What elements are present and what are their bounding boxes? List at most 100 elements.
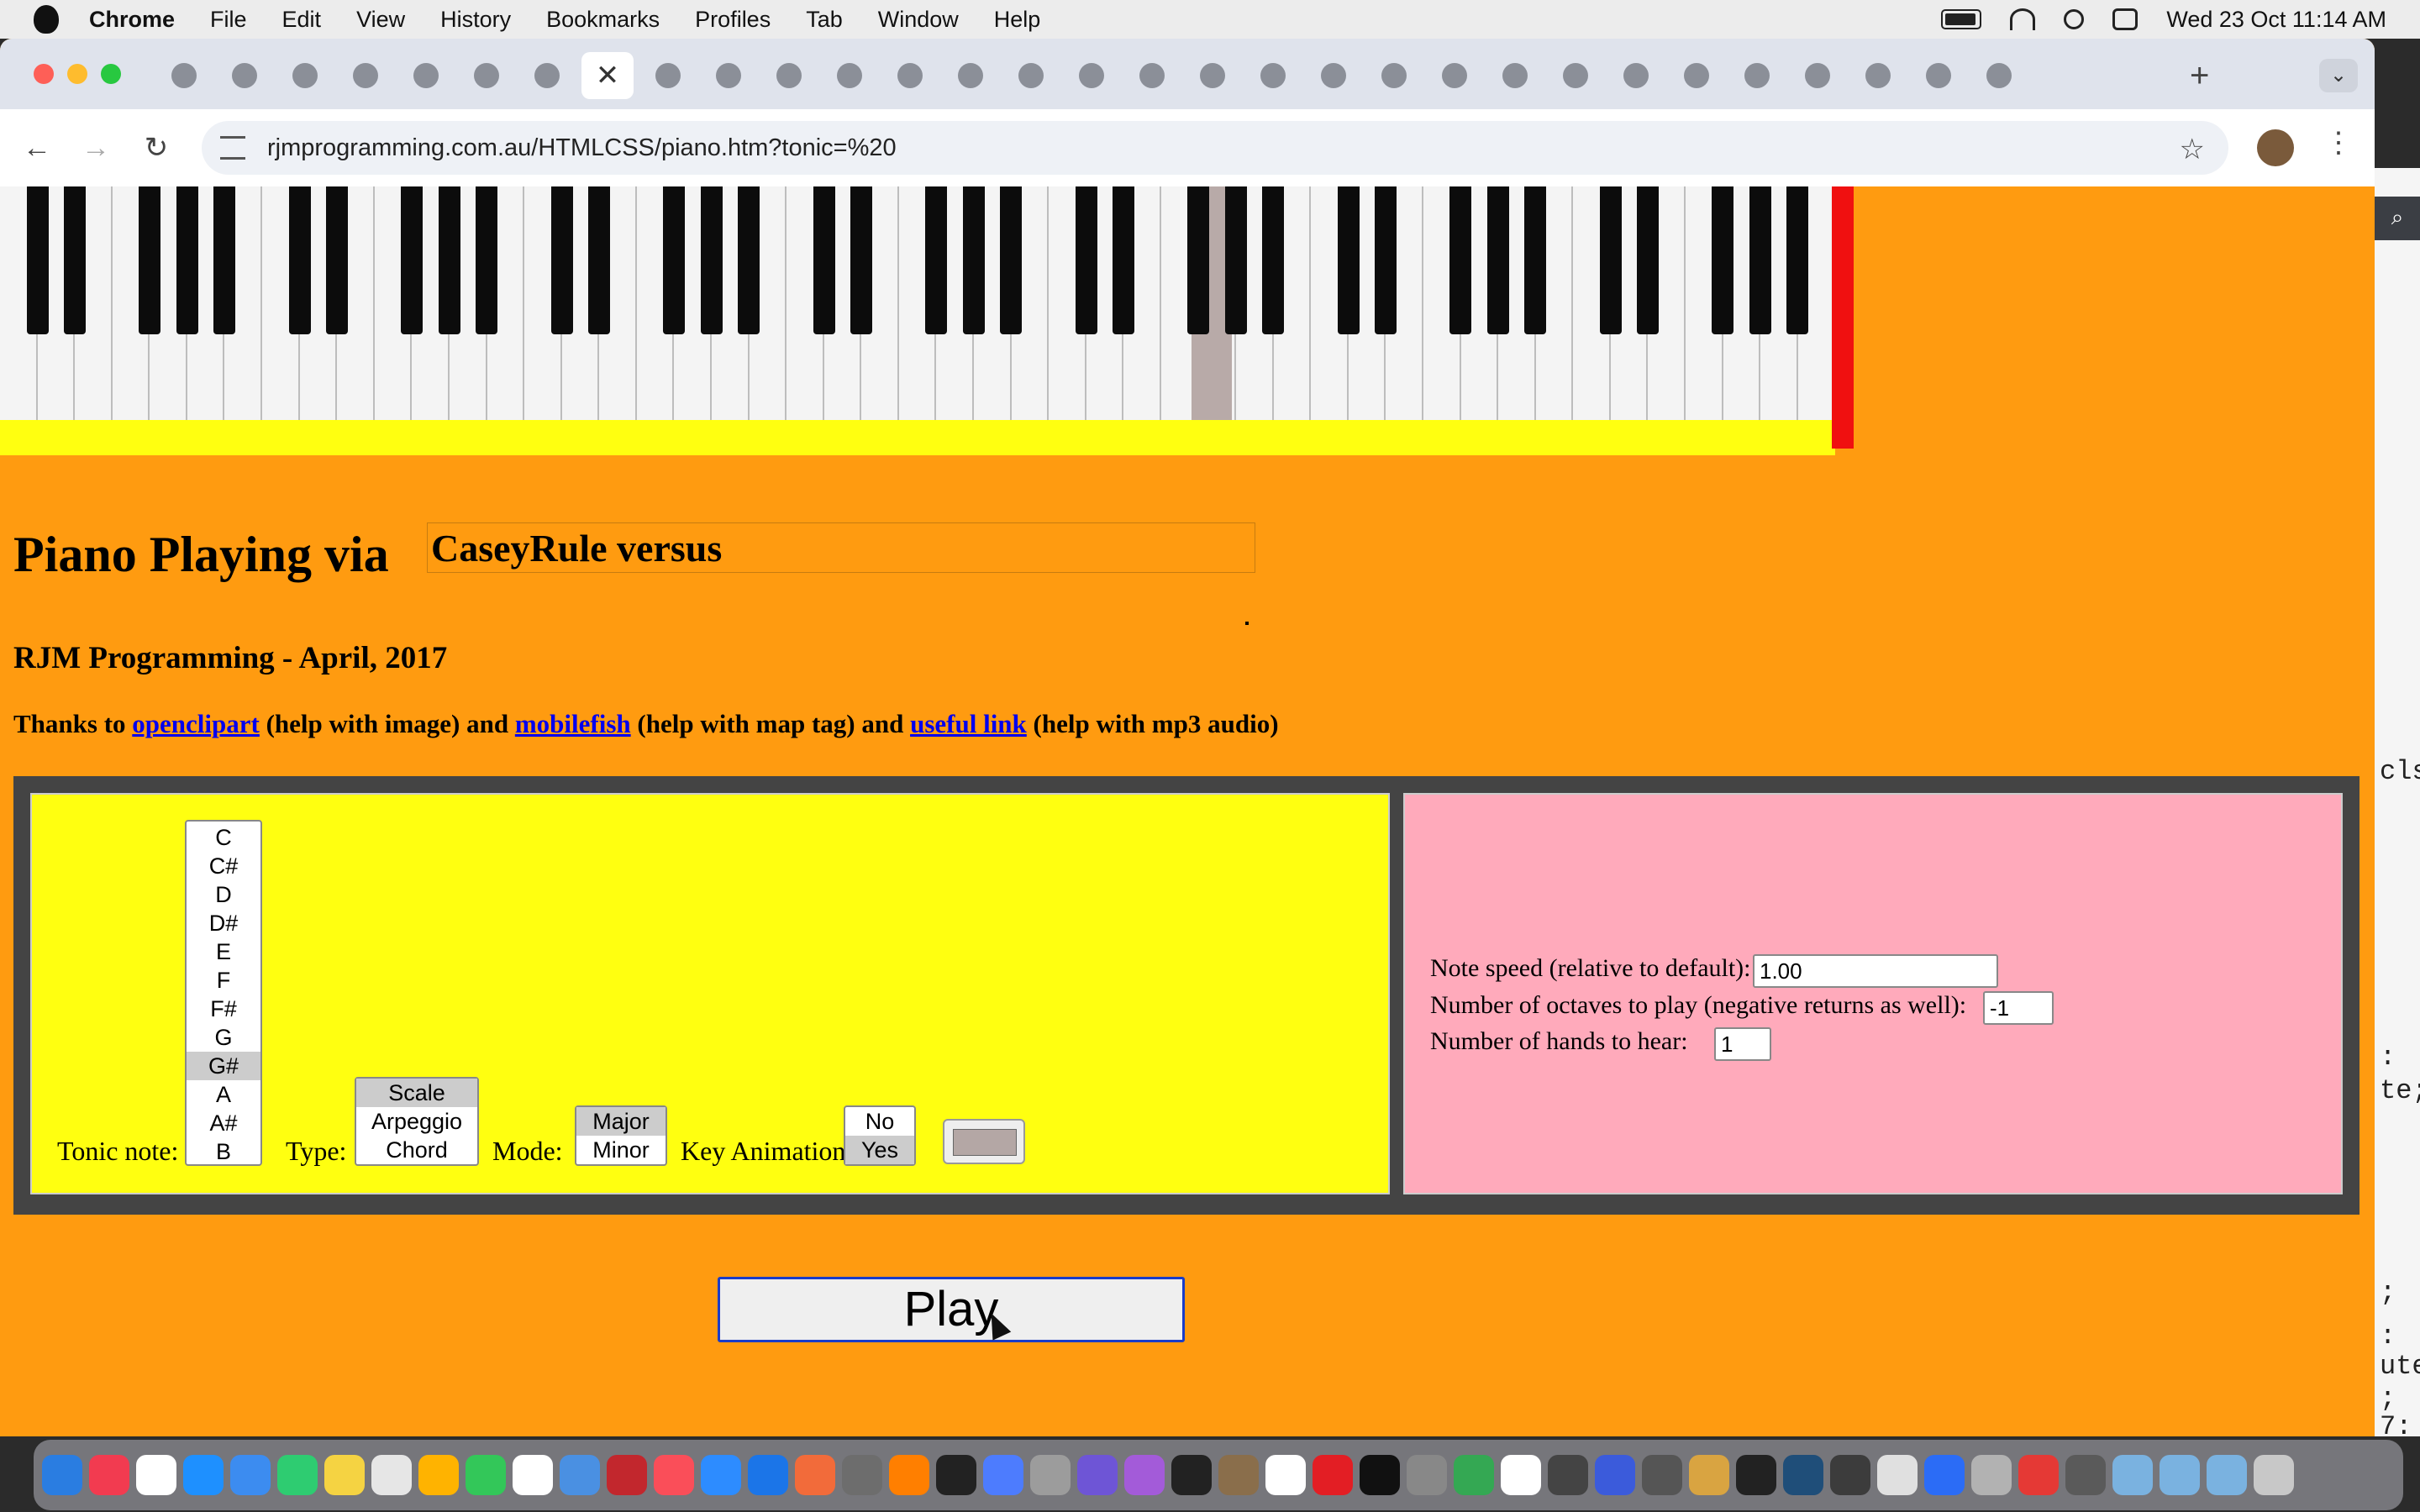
minimize-window-button[interactable] [67, 64, 87, 84]
black-key[interactable] [962, 186, 985, 334]
profile-avatar[interactable] [2257, 129, 2294, 166]
black-key[interactable] [1224, 186, 1247, 334]
type-select[interactable]: Scale Arpeggio Chord [355, 1077, 479, 1166]
black-key[interactable] [26, 186, 49, 334]
anim-option[interactable]: Yes [845, 1136, 914, 1164]
black-key[interactable] [1637, 186, 1660, 334]
tonic-option[interactable]: F# [187, 995, 260, 1023]
color-picker[interactable] [943, 1119, 1025, 1164]
tab[interactable] [1670, 52, 1723, 99]
tab[interactable] [1005, 52, 1057, 99]
dock-app-icon[interactable] [1548, 1455, 1588, 1495]
type-option[interactable]: Arpeggio [356, 1107, 477, 1136]
dock-app-icon[interactable] [42, 1455, 82, 1495]
title-box[interactable]: CaseyRule versus [427, 522, 1255, 573]
black-key[interactable] [813, 186, 835, 334]
black-key[interactable] [64, 186, 87, 334]
black-key[interactable] [1337, 186, 1360, 334]
dock-app-icon[interactable] [1454, 1455, 1494, 1495]
dock-app-icon[interactable] [1171, 1455, 1212, 1495]
menu-help[interactable]: Help [994, 7, 1041, 33]
dock-app-icon[interactable] [1971, 1455, 2012, 1495]
menu-profiles[interactable]: Profiles [695, 7, 771, 33]
dock-app-icon[interactable] [795, 1455, 835, 1495]
tab[interactable] [1368, 52, 1420, 99]
wifi-icon[interactable] [2010, 8, 2036, 30]
black-key[interactable] [401, 186, 424, 334]
back-icon[interactable]: ← [17, 128, 57, 168]
dock-app-icon[interactable] [1124, 1455, 1165, 1495]
tab[interactable] [884, 52, 936, 99]
tab[interactable] [944, 52, 997, 99]
dock-app-icon[interactable] [701, 1455, 741, 1495]
tonic-option[interactable]: A [187, 1080, 260, 1109]
black-key[interactable] [1262, 186, 1285, 334]
tonic-option[interactable]: C [187, 823, 260, 852]
black-key[interactable] [326, 186, 349, 334]
bookmark-star-icon[interactable]: ☆ [2180, 133, 2205, 166]
tab[interactable] [158, 52, 210, 99]
tonic-option[interactable]: D# [187, 909, 260, 937]
menu-view[interactable]: View [356, 7, 405, 33]
dock-app-icon[interactable] [560, 1455, 600, 1495]
black-key[interactable] [1375, 186, 1397, 334]
dock-app-icon[interactable] [936, 1455, 976, 1495]
tab[interactable] [763, 52, 815, 99]
dock-app-icon[interactable] [324, 1455, 365, 1495]
dock-app-icon[interactable] [513, 1455, 553, 1495]
black-key[interactable] [288, 186, 311, 334]
menu-tab[interactable]: Tab [806, 7, 843, 33]
site-info-icon[interactable] [220, 136, 245, 160]
dock-app-icon[interactable] [1313, 1455, 1353, 1495]
tab[interactable] [1489, 52, 1541, 99]
tab[interactable] [1610, 52, 1662, 99]
menu-window[interactable]: Window [878, 7, 959, 33]
black-key[interactable] [176, 186, 198, 334]
black-key[interactable] [1486, 186, 1509, 334]
tab[interactable] [1791, 52, 1844, 99]
dock-app-icon[interactable] [842, 1455, 882, 1495]
dock-app-icon[interactable] [89, 1455, 129, 1495]
url-text[interactable]: rjmprogramming.com.au/HTMLCSS/piano.htm?… [267, 134, 897, 162]
tab[interactable] [521, 52, 573, 99]
apple-icon[interactable] [34, 5, 59, 34]
dock-app-icon[interactable] [748, 1455, 788, 1495]
dock-app-icon[interactable] [1501, 1455, 1541, 1495]
tab[interactable] [1852, 52, 1904, 99]
mobilefish-link[interactable]: mobilefish [515, 709, 631, 738]
tonic-option[interactable]: C# [187, 852, 260, 880]
close-icon[interactable]: ✕ [595, 61, 620, 90]
menu-app-name[interactable]: Chrome [89, 7, 175, 33]
mode-option[interactable]: Major [576, 1107, 666, 1136]
dock-app-icon[interactable] [983, 1455, 1023, 1495]
tab[interactable] [1247, 52, 1299, 99]
dock-app-icon[interactable] [1877, 1455, 1918, 1495]
play-button[interactable]: Play [718, 1277, 1185, 1342]
dock-app-icon[interactable] [1360, 1455, 1400, 1495]
tab[interactable] [642, 52, 694, 99]
mode-select[interactable]: Major Minor [575, 1105, 667, 1166]
dock-app-icon[interactable] [136, 1455, 176, 1495]
black-key[interactable] [1449, 186, 1472, 334]
tab[interactable] [1307, 52, 1360, 99]
dock-app-icon[interactable] [1077, 1455, 1118, 1495]
dock-app-icon[interactable] [466, 1455, 506, 1495]
tonic-option[interactable]: B [187, 1137, 260, 1166]
tab[interactable] [279, 52, 331, 99]
speed-input[interactable]: 1.00 [1753, 954, 1998, 988]
useful-link[interactable]: useful link [910, 709, 1027, 738]
type-option[interactable]: Chord [356, 1136, 477, 1164]
black-key[interactable] [1524, 186, 1547, 334]
dock-app-icon[interactable] [607, 1455, 647, 1495]
menu-file[interactable]: File [210, 7, 247, 33]
dock-app-icon[interactable] [654, 1455, 694, 1495]
tonic-select[interactable]: C C# D D# E F F# G G# A A# B [185, 820, 262, 1166]
dock-app-icon[interactable] [1030, 1455, 1071, 1495]
tonic-option[interactable]: E [187, 937, 260, 966]
tab[interactable] [1065, 52, 1118, 99]
dock-app-icon[interactable] [1595, 1455, 1635, 1495]
black-key[interactable] [550, 186, 573, 334]
mode-option[interactable]: Minor [576, 1136, 666, 1164]
close-window-button[interactable] [34, 64, 54, 84]
dock-app-icon[interactable] [1689, 1455, 1729, 1495]
